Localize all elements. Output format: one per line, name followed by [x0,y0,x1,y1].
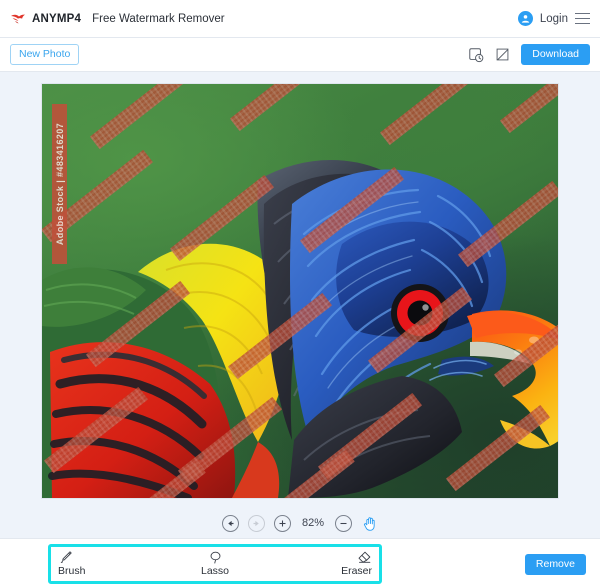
tool-label: Lasso [200,565,230,578]
login-link[interactable]: Login [540,13,568,25]
undo-arrow-icon[interactable] [222,514,239,532]
user-avatar-icon[interactable] [517,11,533,26]
tool-label: Eraser [341,565,372,578]
lasso-icon [208,550,223,565]
photo-canvas[interactable]: Adobe Stock | #483416207 [41,83,559,499]
plus-glyph [279,520,286,526]
brush-icon [58,550,73,565]
history-glyph [469,47,484,62]
hamburger-line [575,13,590,14]
tool-brush[interactable]: Brush [58,550,118,578]
parrot-illustration [42,159,558,498]
bottom-toolbar: Brush Lasso Eraser Remove [0,538,600,588]
hand-glyph [363,516,375,531]
remove-button[interactable]: Remove [524,554,586,575]
tool-eraser[interactable]: Eraser [312,550,372,578]
crop-glyph [496,48,509,61]
header-right-group: Login [517,11,590,26]
avatar-glyph [521,15,530,23]
watermark-remover-app: ANYMP4 Free Watermark Remover Login New … [0,0,600,588]
hamburger-menu-icon[interactable] [575,13,590,24]
zoom-in-plus-icon[interactable] [274,514,291,532]
zoom-level-label: 82% [301,517,325,529]
photo-image: Adobe Stock | #483416207 [42,84,558,498]
hamburger-line [575,23,590,24]
top-header-bar: ANYMP4 Free Watermark Remover Login [0,0,600,38]
eraser-icon [357,550,372,565]
eraser-glyph [358,551,371,564]
undo-glyph [228,520,234,526]
brand-name: ANYMP4 [32,12,82,25]
new-photo-button[interactable]: New Photo [10,44,80,65]
zoom-out-minus-icon[interactable] [335,514,352,532]
canvas-area[interactable]: Adobe Stock | #483416207 [0,72,600,508]
brush-glyph [60,551,72,564]
tool-group: Brush Lasso Eraser [52,548,378,580]
zoom-toolbar: 82% [0,508,600,538]
tool-lasso[interactable]: Lasso [185,550,245,578]
download-button[interactable]: Download [521,44,590,65]
anymp4-bird-logo-icon [11,14,25,23]
hamburger-line [575,18,590,19]
lasso-glyph [210,551,220,564]
product-title: Free Watermark Remover [92,12,225,25]
history-clock-icon[interactable] [467,46,484,63]
action-bar-right-group: Download [467,44,590,65]
crop-icon[interactable] [494,46,511,63]
redo-arrow-icon[interactable] [248,514,265,532]
hand-pan-icon[interactable] [361,515,378,532]
minus-glyph [340,522,347,524]
redo-glyph [253,520,259,526]
action-bar: New Photo Download [0,38,600,72]
brand[interactable]: ANYMP4 Free Watermark Remover [10,12,225,26]
tool-label: Brush [58,565,86,578]
